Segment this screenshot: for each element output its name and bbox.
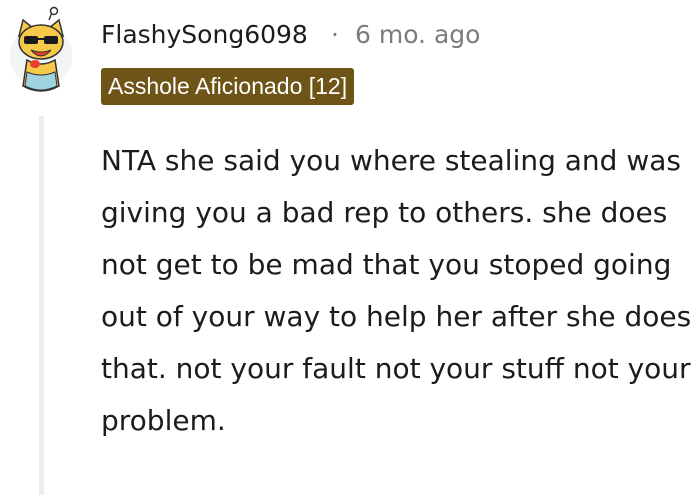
username-link[interactable]: FlashySong6098	[101, 20, 308, 49]
thread-collapse-line[interactable]	[39, 116, 44, 495]
user-avatar-icon[interactable]	[9, 6, 73, 106]
comment-body: NTA she said you where stealing and was …	[101, 135, 698, 447]
comment: FlashySong6098 · 6 mo. ago Asshole Afici…	[0, 0, 700, 495]
timestamp-link[interactable]: 6 mo. ago	[355, 20, 480, 49]
comment-body-text: NTA she said you where stealing and was …	[101, 144, 692, 437]
meta-separator: ·	[331, 20, 339, 49]
user-flair-badge: Asshole Aficionado [12]	[101, 68, 355, 105]
